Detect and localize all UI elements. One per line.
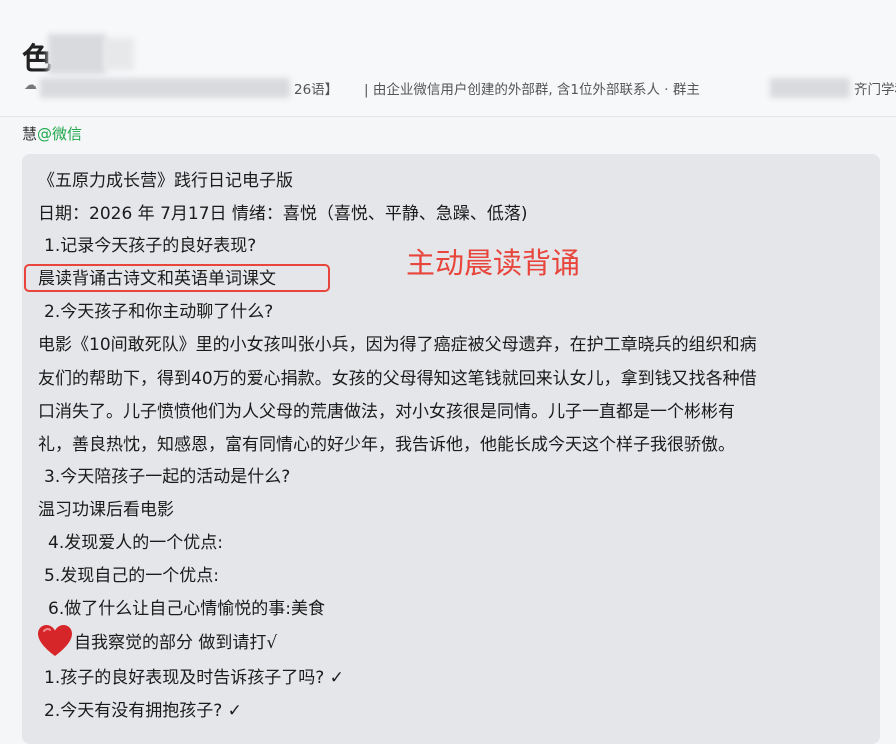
message-line: 4.发现爱人的一个优点: xyxy=(48,533,223,553)
redacted-owner xyxy=(770,78,850,98)
message-line: 《五原力成长营》践行日记电子版 xyxy=(38,171,293,191)
message-line: 温习功课后看电影 xyxy=(38,500,174,520)
group-language: 26语】 xyxy=(294,82,339,98)
redacted-subtitle xyxy=(40,78,290,98)
redacted-title-tail xyxy=(104,38,134,70)
message-line: 电影《10间敢死队》里的小女孩叫张小兵，因为得了癌症被父母遗弃，在护工章晓兵的组… xyxy=(38,335,757,355)
chat-header: 色 ☁ 26语】 | 由企业微信用户创建的外部群, 含1位外部联系人 · 群主 … xyxy=(0,0,896,117)
message-bubble[interactable]: 《五原力成长营》践行日记电子版 日期：2026 年 7月17日 情绪：喜悦（喜悦… xyxy=(22,154,880,744)
redacted-title xyxy=(48,34,106,74)
message-line: 2.今天孩子和你主动聊了什么? xyxy=(44,302,274,322)
annotation-label: 主动晨读背诵 xyxy=(406,246,581,280)
message-line: 1.记录今天孩子的良好表现? xyxy=(44,236,257,256)
group-description: | 由企业微信用户创建的外部群, 含1位外部联系人 · 群主 xyxy=(364,82,700,98)
message-line: 友们的帮助下，得到40万的爱心捐款。女孩的父母得知这笔钱就回来认女儿，拿到钱又找… xyxy=(38,369,757,389)
message-line: 2.今天有没有拥抱孩子? ✓ xyxy=(44,701,242,721)
group-description-trail: 齐门学科 xyxy=(854,82,896,98)
message-sender[interactable]: 慧@微信 xyxy=(22,123,82,144)
message-line: 自我察觉的部分 做到请打√ xyxy=(74,633,278,653)
message-line: 口消失了。儿子愤愤他们为人父母的荒唐做法，对小女孩很是同情。儿子一直都是一个彬彬… xyxy=(38,402,735,422)
heart-icon xyxy=(38,625,72,656)
message-line: 1.孩子的良好表现及时告诉孩子了吗? ✓ xyxy=(44,668,344,688)
message-line: 日期：2026 年 7月17日 情绪：喜悦（喜悦、平静、急躁、低落) xyxy=(38,204,528,224)
message-line: 礼，善良热忱，知感恩，富有同情心的好少年，我告诉他，他能长成今天这个样子我很骄傲… xyxy=(38,435,735,455)
group-icon: ☁ xyxy=(24,78,37,93)
sender-source: @微信 xyxy=(37,125,83,143)
message-line: 3.今天陪孩子一起的活动是什么? xyxy=(44,467,291,487)
sender-name: 慧 xyxy=(22,125,38,143)
group-info: ☁ 26语】 | 由企业微信用户创建的外部群, 含1位外部联系人 · 群主 齐门… xyxy=(24,78,896,98)
message-line: 5.发现自己的一个优点: xyxy=(44,566,219,586)
highlight-box xyxy=(24,264,330,292)
message-line: 6.做了什么让自己心情愉悦的事:美食 xyxy=(48,599,325,619)
